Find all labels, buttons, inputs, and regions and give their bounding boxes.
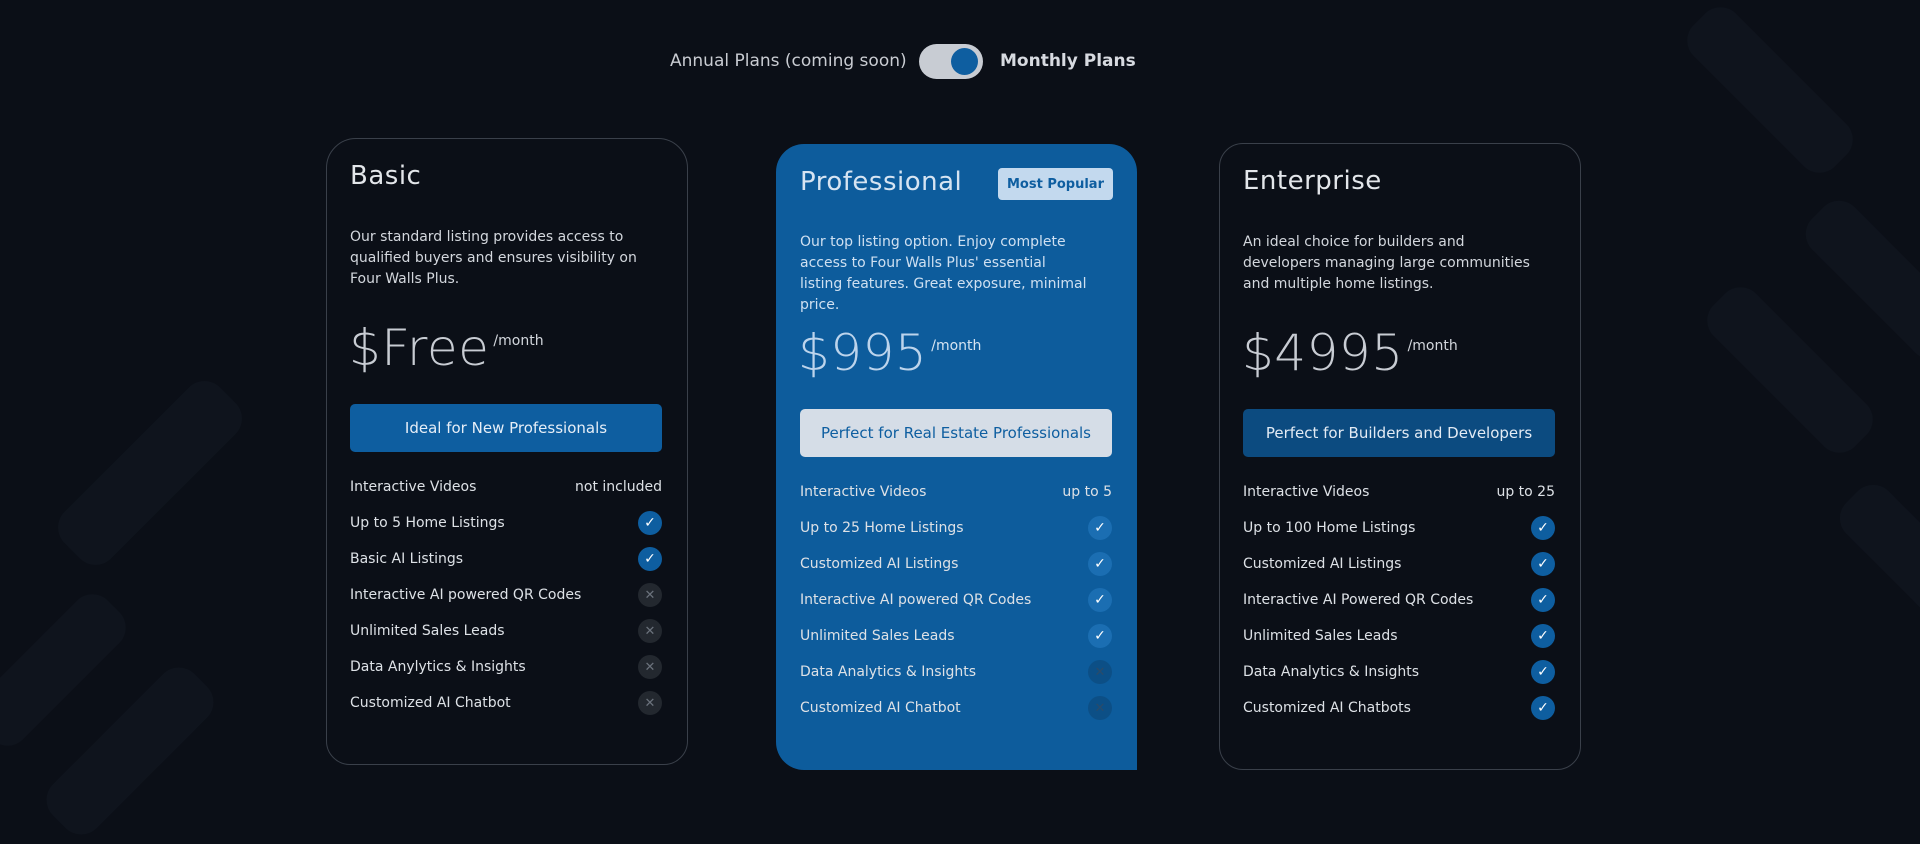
check-icon: ✓ bbox=[1531, 660, 1555, 684]
select-professional-plan-button[interactable]: Perfect for Real Estate Professionals bbox=[800, 409, 1112, 457]
plan-name: Professional bbox=[800, 167, 963, 197]
plan-card-professional: Professional Most Popular Our top listin… bbox=[776, 144, 1137, 770]
feature-row: Basic AI Listings ✓ bbox=[350, 541, 662, 577]
feature-label: Customized AI Listings bbox=[1243, 556, 1402, 572]
feature-list: Interactive Videos up to 25 Up to 100 Hom… bbox=[1243, 474, 1555, 726]
select-basic-plan-button[interactable]: Ideal for New Professionals bbox=[350, 404, 662, 452]
feature-label: Up to 25 Home Listings bbox=[800, 520, 964, 536]
feature-label: Data Analytics & Insights bbox=[800, 664, 976, 680]
feature-row: Up to 5 Home Listings ✓ bbox=[350, 505, 662, 541]
feature-label: Up to 5 Home Listings bbox=[350, 515, 505, 531]
feature-row: Interactive AI Powered QR Codes ✓ bbox=[1243, 582, 1555, 618]
feature-label: Unlimited Sales Leads bbox=[800, 628, 955, 644]
feature-label: Interactive AI powered QR Codes bbox=[800, 592, 1032, 608]
feature-label: Interactive AI powered QR Codes bbox=[350, 587, 582, 603]
plan-card-basic: Basic Our standard listing provides acce… bbox=[326, 138, 688, 765]
feature-label: Interactive Videos bbox=[350, 479, 477, 495]
feature-row: Interactive Videos up to 5 bbox=[800, 474, 1112, 510]
check-icon: ✓ bbox=[1531, 588, 1555, 612]
select-enterprise-plan-button[interactable]: Perfect for Builders and Developers bbox=[1243, 409, 1555, 457]
feature-row: Customized AI Chatbots ✓ bbox=[1243, 690, 1555, 726]
close-icon: ✕ bbox=[1088, 660, 1112, 684]
feature-label: Unlimited Sales Leads bbox=[350, 623, 505, 639]
plan-name: Basic bbox=[350, 161, 422, 191]
price-period: /month bbox=[493, 333, 544, 349]
plan-description: Our standard listing provides access to … bbox=[350, 229, 637, 287]
toggle-knob bbox=[951, 48, 978, 75]
monthly-plans-label[interactable]: Monthly Plans bbox=[1000, 51, 1136, 71]
background-decoration bbox=[1796, 191, 1920, 369]
price-row: $Free/month bbox=[349, 319, 544, 377]
close-icon: ✕ bbox=[638, 583, 662, 607]
check-icon: ✓ bbox=[1531, 516, 1555, 540]
feature-row: Customized AI Listings ✓ bbox=[1243, 546, 1555, 582]
feature-row: Customized AI Listings ✓ bbox=[800, 546, 1112, 582]
price-row: $4995/month bbox=[1242, 324, 1458, 382]
feature-label: Customized AI Listings bbox=[800, 556, 959, 572]
background-decoration bbox=[48, 371, 252, 575]
feature-list: Interactive Videos not included Up to 5 H… bbox=[350, 469, 662, 721]
check-icon: ✓ bbox=[1088, 588, 1112, 612]
check-icon: ✓ bbox=[1088, 516, 1112, 540]
feature-label: Customized AI Chatbots bbox=[1243, 700, 1411, 716]
feature-row: Unlimited Sales Leads ✕ bbox=[350, 613, 662, 649]
feature-label: Basic AI Listings bbox=[350, 551, 464, 567]
check-icon: ✓ bbox=[1531, 624, 1555, 648]
feature-row: Data Analytics & Insights ✓ bbox=[1243, 654, 1555, 690]
feature-label: Customized AI Chatbot bbox=[800, 700, 961, 716]
background-decoration bbox=[1698, 278, 1882, 462]
price-row: $995/month bbox=[798, 324, 981, 382]
feature-label: Interactive Videos bbox=[800, 484, 927, 500]
check-icon: ✓ bbox=[638, 547, 662, 571]
feature-value: up to 5 bbox=[1062, 484, 1112, 500]
feature-list: Interactive Videos up to 5 Up to 25 Home … bbox=[800, 474, 1112, 726]
feature-label: Customized AI Chatbot bbox=[350, 695, 511, 711]
feature-row: Customized AI Chatbot ✕ bbox=[800, 690, 1112, 726]
feature-row: Interactive Videos not included bbox=[350, 469, 662, 505]
plan-name: Enterprise bbox=[1243, 166, 1382, 196]
feature-value: not included bbox=[575, 479, 662, 495]
background-decoration bbox=[1830, 475, 1920, 625]
feature-row: Interactive AI powered QR Codes ✕ bbox=[350, 577, 662, 613]
feature-label: Up to 100 Home Listings bbox=[1243, 520, 1416, 536]
plan-price: $4995 bbox=[1242, 324, 1404, 382]
billing-period-toggle[interactable] bbox=[919, 44, 983, 79]
feature-row: Interactive AI powered QR Codes ✓ bbox=[800, 582, 1112, 618]
close-icon: ✕ bbox=[1088, 696, 1112, 720]
feature-label: Data Anylytics & Insights bbox=[350, 659, 526, 675]
feature-label: Unlimited Sales Leads bbox=[1243, 628, 1398, 644]
feature-label: Data Analytics & Insights bbox=[1243, 664, 1419, 680]
billing-toggle-row: Annual Plans (coming soon) Monthly Plans bbox=[0, 42, 1920, 82]
feature-row: Up to 100 Home Listings ✓ bbox=[1243, 510, 1555, 546]
plan-description: Our top listing option. Enjoy complete a… bbox=[800, 234, 1087, 313]
feature-row: Data Analytics & Insights ✕ bbox=[800, 654, 1112, 690]
most-popular-badge: Most Popular bbox=[998, 168, 1113, 200]
check-icon: ✓ bbox=[1531, 696, 1555, 720]
plan-price: $995 bbox=[798, 324, 928, 382]
feature-row: Interactive Videos up to 25 bbox=[1243, 474, 1555, 510]
close-icon: ✕ bbox=[638, 619, 662, 643]
plan-price: $Free bbox=[349, 319, 490, 377]
close-icon: ✕ bbox=[638, 691, 662, 715]
feature-row: Data Anylytics & Insights ✕ bbox=[350, 649, 662, 685]
feature-row: Unlimited Sales Leads ✓ bbox=[1243, 618, 1555, 654]
feature-row: Up to 25 Home Listings ✓ bbox=[800, 510, 1112, 546]
price-period: /month bbox=[931, 338, 982, 354]
price-period: /month bbox=[1407, 338, 1458, 354]
plan-description: An ideal choice for builders and develop… bbox=[1243, 234, 1530, 292]
close-icon: ✕ bbox=[638, 655, 662, 679]
check-icon: ✓ bbox=[1088, 624, 1112, 648]
feature-label: Interactive Videos bbox=[1243, 484, 1370, 500]
check-icon: ✓ bbox=[638, 511, 662, 535]
feature-label: Interactive AI Powered QR Codes bbox=[1243, 592, 1474, 608]
feature-row: Unlimited Sales Leads ✓ bbox=[800, 618, 1112, 654]
background-decoration bbox=[1678, 0, 1862, 182]
check-icon: ✓ bbox=[1531, 552, 1555, 576]
feature-row: Customized AI Chatbot ✕ bbox=[350, 685, 662, 721]
annual-plans-label[interactable]: Annual Plans (coming soon) bbox=[670, 51, 907, 71]
check-icon: ✓ bbox=[1088, 552, 1112, 576]
feature-value: up to 25 bbox=[1496, 484, 1555, 500]
plan-card-enterprise: Enterprise An ideal choice for builders … bbox=[1219, 143, 1581, 770]
